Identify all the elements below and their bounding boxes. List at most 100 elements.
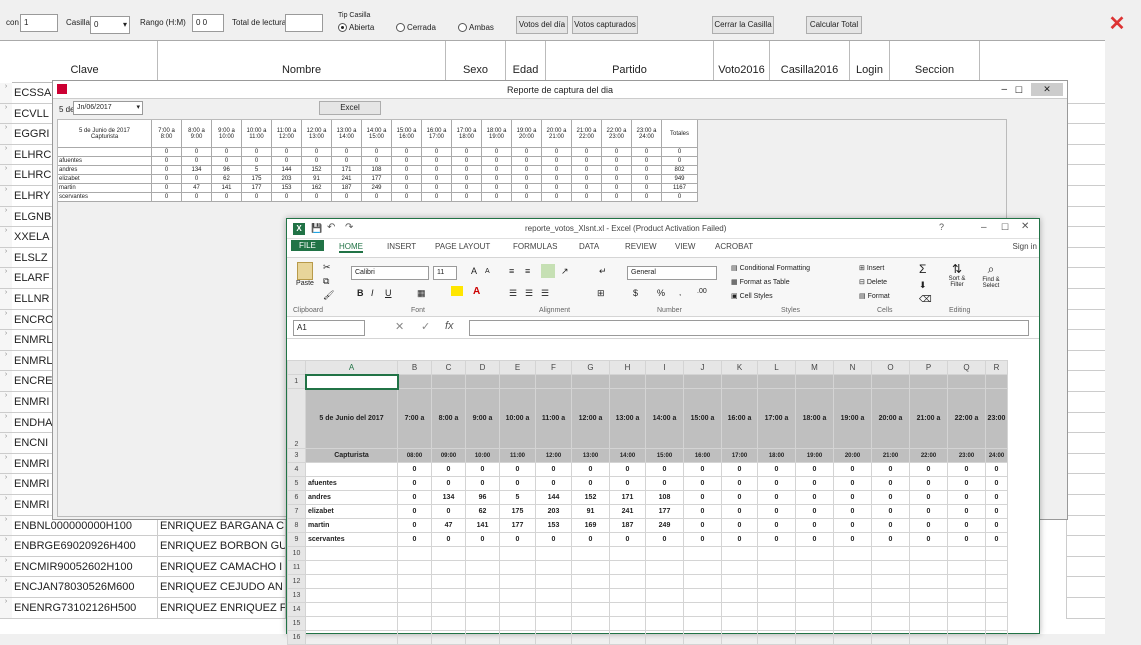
sheet-cell[interactable] [609, 630, 646, 645]
sheet-cell[interactable] [683, 374, 722, 389]
sheet-cell[interactable] [683, 588, 722, 603]
align-center-icon[interactable]: ☰ [525, 288, 533, 299]
sort-filter-button[interactable]: ⇅ Sort & Filter [943, 262, 971, 288]
paste-button[interactable]: Paste [293, 262, 317, 292]
sheet-cell[interactable] [571, 630, 610, 645]
sheet-cell[interactable]: 0 [909, 518, 948, 533]
row-indicator[interactable]: › [0, 144, 12, 166]
sheet-cell[interactable] [609, 374, 646, 389]
sheet-cell[interactable] [571, 560, 610, 575]
grid-cell-clave[interactable]: ENCJAN78030526M600 [12, 577, 158, 598]
sheet-cell[interactable]: 0 [721, 462, 758, 477]
excel-export-button[interactable]: Excel [319, 101, 381, 115]
field1-input[interactable]: 1 [20, 14, 58, 32]
sheet-cell[interactable] [645, 616, 684, 631]
orientation-icon[interactable]: ↗ [561, 266, 569, 277]
sheet-cell[interactable] [465, 574, 500, 589]
row-indicator[interactable]: › [0, 453, 12, 475]
sheet-cell[interactable]: 0 [397, 476, 432, 491]
sheet-cell[interactable]: 0 [985, 504, 1008, 519]
grid-cell-clave[interactable]: ENBRGE69020926H400 [12, 536, 158, 557]
cut-icon[interactable]: ✂ [323, 262, 331, 273]
sheet-cell[interactable]: 0 [909, 490, 948, 505]
sheet-cell[interactable] [304, 373, 399, 390]
sheet-cell[interactable]: 0 [909, 532, 948, 547]
sheet-cell[interactable] [833, 630, 872, 645]
sheet-cell[interactable] [909, 546, 948, 561]
row-indicator[interactable]: › [0, 556, 12, 578]
number-format-select[interactable]: General [627, 266, 717, 280]
sheet-cell[interactable] [645, 374, 684, 389]
sheet-cell[interactable]: 0 [871, 490, 910, 505]
row-indicator[interactable]: › [0, 515, 12, 537]
grid-header-voto2016[interactable]: Voto2016 [714, 41, 770, 83]
sheet-cell[interactable]: 0 [757, 490, 796, 505]
column-header-n[interactable]: N [833, 360, 872, 375]
row-number-7[interactable]: 7 [287, 504, 306, 519]
sheet-cell[interactable]: 0 [985, 490, 1008, 505]
sheet-cell[interactable] [431, 560, 466, 575]
insert-button[interactable]: ⊞ Insert [859, 264, 884, 272]
sheet-cell[interactable]: 187 [609, 518, 646, 533]
grid-cell[interactable] [1066, 536, 1105, 557]
sheet-cell[interactable] [499, 616, 536, 631]
grid-cell[interactable] [1066, 309, 1105, 331]
font-name-select[interactable]: Calibri [351, 266, 429, 280]
ribbon-tab-page-layout[interactable]: PAGE LAYOUT [435, 242, 490, 251]
row-indicator[interactable]: › [0, 350, 12, 372]
sheet-cell[interactable] [397, 602, 432, 617]
sheet-cell[interactable] [721, 630, 758, 645]
sheet-cell[interactable]: 203 [535, 504, 572, 519]
cerrar-casilla-button[interactable]: Cerrar la Casilla [712, 16, 774, 34]
sheet-cell[interactable]: 0 [985, 462, 1008, 477]
format-painter-icon[interactable]: 🖌 [323, 290, 334, 301]
sheet-cell[interactable]: 0 [721, 518, 758, 533]
sheet-cell[interactable] [985, 630, 1008, 645]
sheet-cell[interactable] [947, 374, 986, 389]
sheet-cell[interactable] [499, 630, 536, 645]
sheet-cell[interactable] [305, 546, 398, 561]
sheet-cell[interactable] [431, 546, 466, 561]
sheet-cell[interactable]: 91 [571, 504, 610, 519]
sheet-cell[interactable] [721, 374, 758, 389]
font-size-select[interactable]: 11 [433, 266, 457, 280]
total-input[interactable] [285, 14, 323, 32]
sheet-cell[interactable]: 0 [985, 532, 1008, 547]
sheet-cell[interactable] [683, 602, 722, 617]
grid-cell-clave[interactable]: ENCMIR90052602H100 [12, 556, 158, 578]
grid-header-seccion[interactable]: Seccion [890, 41, 980, 83]
grid-cell[interactable] [1066, 577, 1105, 598]
sheet-cell[interactable] [833, 560, 872, 575]
ribbon-tab-acrobat[interactable]: ACROBAT [715, 242, 753, 251]
sheet-cell[interactable] [947, 588, 986, 603]
sheet-cell[interactable]: 141 [465, 518, 500, 533]
column-header-o[interactable]: O [871, 360, 910, 375]
sheet-cell[interactable]: 0 [795, 532, 834, 547]
sheet-cell[interactable] [795, 546, 834, 561]
grid-cell-nombre[interactable]: ENRIQUEZ ENRIQUEZ F [158, 598, 286, 619]
row-number-2[interactable]: 2 [287, 388, 306, 449]
sheet-cell[interactable]: 0 [757, 476, 796, 491]
grid-cell[interactable] [1066, 495, 1105, 516]
sign-in-link[interactable]: Sign in [1013, 242, 1037, 251]
sheet-cell[interactable] [305, 588, 398, 603]
sheet-cell[interactable] [985, 374, 1008, 389]
row-number-4[interactable]: 4 [287, 462, 306, 477]
sheet-cell[interactable]: 0 [833, 532, 872, 547]
row-indicator[interactable]: › [0, 186, 12, 207]
sheet-cell[interactable] [721, 574, 758, 589]
sheet-cell[interactable] [431, 602, 466, 617]
sheet-cell[interactable] [645, 546, 684, 561]
sheet-cell[interactable] [305, 616, 398, 631]
sheet-cell[interactable]: 0 [431, 504, 466, 519]
sheet-cell[interactable] [609, 616, 646, 631]
sheet-cell[interactable] [795, 374, 834, 389]
sheet-cell[interactable] [609, 560, 646, 575]
column-header-g[interactable]: G [571, 360, 610, 375]
sheet-cell[interactable] [795, 588, 834, 603]
sheet-cell[interactable] [535, 374, 572, 389]
column-header-e[interactable]: E [499, 360, 536, 375]
sheet-cell[interactable] [721, 588, 758, 603]
grid-cell[interactable] [1066, 289, 1105, 310]
maximize-icon[interactable]: ☐ [1001, 222, 1009, 233]
